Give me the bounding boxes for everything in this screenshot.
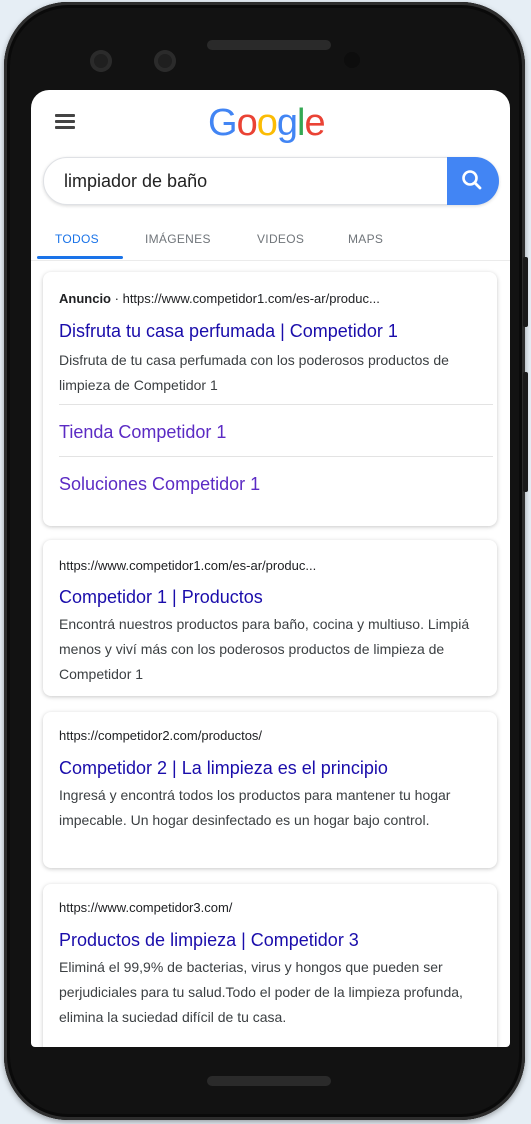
logo-letter: o [256, 102, 278, 144]
top-bar: Google [31, 90, 510, 154]
active-tab-indicator [37, 256, 123, 259]
result-title-link[interactable]: Productos de limpieza | Competidor 3 [59, 930, 359, 951]
power-button [523, 372, 528, 492]
divider [59, 456, 493, 457]
divider [59, 404, 493, 405]
search-button[interactable] [447, 157, 499, 205]
sensor [344, 52, 360, 68]
front-camera-2 [154, 50, 176, 72]
google-logo[interactable]: Google [208, 102, 326, 145]
search-tabs: TODOS IMÁGENES VIDEOS MAPS [31, 220, 510, 261]
screen: Google limpiador de baño TODOS IMÁGENES … [31, 90, 510, 1047]
result-url[interactable]: https://www.competidor1.com/es-ar/produc… [59, 558, 316, 573]
ad-separator: · [114, 291, 119, 306]
search-icon [462, 170, 482, 190]
front-camera-1 [90, 50, 112, 72]
volume-button [523, 257, 528, 327]
sitelink-soluciones[interactable]: Soluciones Competidor 1 [59, 474, 260, 495]
logo-letter: e [304, 102, 325, 144]
ad-card: Anuncio · https://www.competidor1.com/es… [43, 272, 497, 526]
phone-frame: Google limpiador de baño TODOS IMÁGENES … [4, 2, 528, 1120]
tab-todos[interactable]: TODOS [55, 232, 99, 246]
sitelink-tienda[interactable]: Tienda Competidor 1 [59, 422, 226, 443]
ad-url-line: Anuncio · https://www.competidor1.com/es… [59, 291, 380, 306]
result-card: https://www.competidor1.com/es-ar/produc… [43, 540, 497, 696]
result-url[interactable]: https://competidor2.com/productos/ [59, 728, 262, 743]
ad-url[interactable]: https://www.competidor1.com/es-ar/produc… [123, 291, 380, 306]
ad-snippet: Disfruta de tu casa perfumada con los po… [59, 352, 449, 393]
search-box[interactable]: limpiador de baño [43, 157, 499, 205]
tab-videos[interactable]: VIDEOS [257, 232, 304, 246]
result-title-link[interactable]: Competidor 1 | Productos [59, 587, 263, 608]
bottom-speaker [207, 1076, 331, 1086]
ad-badge: Anuncio [59, 291, 111, 306]
hamburger-menu-icon[interactable] [55, 114, 75, 130]
result-url[interactable]: https://www.competidor3.com/ [59, 900, 232, 915]
search-input[interactable]: limpiador de baño [64, 171, 207, 192]
ad-title-link[interactable]: Disfruta tu casa perfumada | Competidor … [59, 321, 398, 342]
tab-maps[interactable]: MAPS [348, 232, 383, 246]
result-card: https://www.competidor3.com/ Productos d… [43, 884, 497, 1047]
tab-imagenes[interactable]: IMÁGENES [145, 232, 211, 246]
result-title-link[interactable]: Competidor 2 | La limpieza es el princip… [59, 758, 388, 779]
result-snippet: Encontrá nuestros productos para baño, c… [59, 616, 470, 682]
earpiece-speaker [207, 40, 331, 50]
result-snippet: Ingresá y encontrá todos los productos p… [59, 787, 451, 828]
logo-letter: g [276, 102, 298, 144]
result-snippet: Eliminá el 99,9% de bacterias, virus y h… [59, 959, 463, 1025]
result-card: https://competidor2.com/productos/ Compe… [43, 712, 497, 868]
logo-letter: G [208, 102, 238, 144]
logo-letter: o [236, 102, 258, 144]
